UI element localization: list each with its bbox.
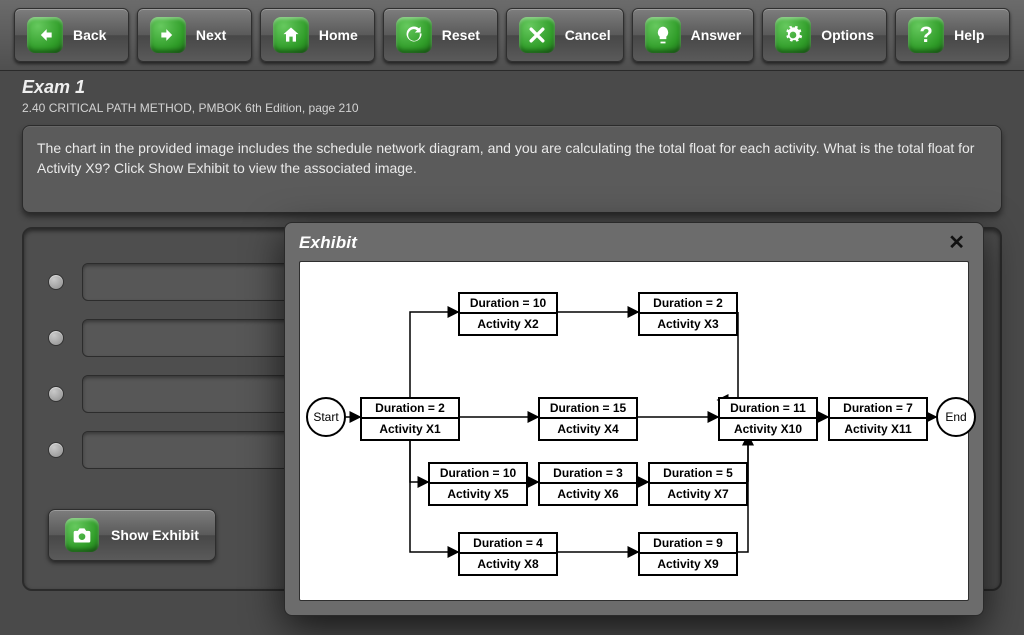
help-button[interactable]: ? Help bbox=[895, 8, 1010, 62]
options-button[interactable]: Options bbox=[762, 8, 887, 62]
back-button[interactable]: Back bbox=[14, 8, 129, 62]
x-icon bbox=[519, 17, 555, 53]
cancel-label: Cancel bbox=[565, 27, 611, 43]
lightbulb-icon bbox=[645, 17, 681, 53]
modal-header: Exhibit ✕ bbox=[285, 223, 983, 261]
question-icon: ? bbox=[908, 17, 944, 53]
options-label: Options bbox=[821, 27, 874, 43]
radio-icon[interactable] bbox=[48, 442, 64, 458]
activity-x7: Duration = 5Activity X7 bbox=[648, 462, 748, 506]
help-label: Help bbox=[954, 27, 984, 43]
exam-subtitle: 2.40 CRITICAL PATH METHOD, PMBOK 6th Edi… bbox=[22, 101, 1002, 115]
activity-x1: Duration = 2Activity X1 bbox=[360, 397, 460, 441]
reset-button[interactable]: Reset bbox=[383, 8, 498, 62]
question-prompt: The chart in the provided image includes… bbox=[22, 125, 1002, 213]
activity-x5: Duration = 10Activity X5 bbox=[428, 462, 528, 506]
radio-icon[interactable] bbox=[48, 386, 64, 402]
activity-x10: Duration = 11Activity X10 bbox=[718, 397, 818, 441]
modal-title: Exhibit bbox=[299, 233, 357, 253]
answer-button[interactable]: Answer bbox=[632, 8, 755, 62]
cancel-button[interactable]: Cancel bbox=[506, 8, 624, 62]
next-button[interactable]: Next bbox=[137, 8, 252, 62]
radio-icon[interactable] bbox=[48, 330, 64, 346]
refresh-icon bbox=[396, 17, 432, 53]
activity-x8: Duration = 4Activity X8 bbox=[458, 532, 558, 576]
start-node: Start bbox=[306, 397, 346, 437]
activity-x2: Duration = 10Activity X2 bbox=[458, 292, 558, 336]
radio-icon[interactable] bbox=[48, 274, 64, 290]
diagram-canvas: Start End Duration = 2Activity X1 Durati… bbox=[299, 261, 969, 601]
activity-x3: Duration = 2Activity X3 bbox=[638, 292, 738, 336]
activity-x6: Duration = 3Activity X6 bbox=[538, 462, 638, 506]
activity-x4: Duration = 15Activity X4 bbox=[538, 397, 638, 441]
show-exhibit-button[interactable]: Show Exhibit bbox=[48, 509, 216, 561]
gear-icon bbox=[775, 17, 811, 53]
home-button[interactable]: Home bbox=[260, 8, 375, 62]
arrow-right-icon bbox=[150, 17, 186, 53]
show-exhibit-label: Show Exhibit bbox=[111, 527, 199, 543]
toolbar: Back Next Home Reset Cancel Answer Optio… bbox=[0, 0, 1024, 71]
exam-title: Exam 1 bbox=[22, 77, 1002, 98]
exhibit-modal: Exhibit ✕ bbox=[284, 222, 984, 616]
next-label: Next bbox=[196, 27, 226, 43]
camera-icon bbox=[65, 518, 99, 552]
activity-x11: Duration = 7Activity X11 bbox=[828, 397, 928, 441]
arrow-left-icon bbox=[27, 17, 63, 53]
reset-label: Reset bbox=[442, 27, 480, 43]
home-label: Home bbox=[319, 27, 358, 43]
end-node: End bbox=[936, 397, 976, 437]
back-label: Back bbox=[73, 27, 106, 43]
answer-label: Answer bbox=[691, 27, 742, 43]
close-icon[interactable]: ✕ bbox=[944, 233, 969, 253]
activity-x9: Duration = 9Activity X9 bbox=[638, 532, 738, 576]
home-icon bbox=[273, 17, 309, 53]
